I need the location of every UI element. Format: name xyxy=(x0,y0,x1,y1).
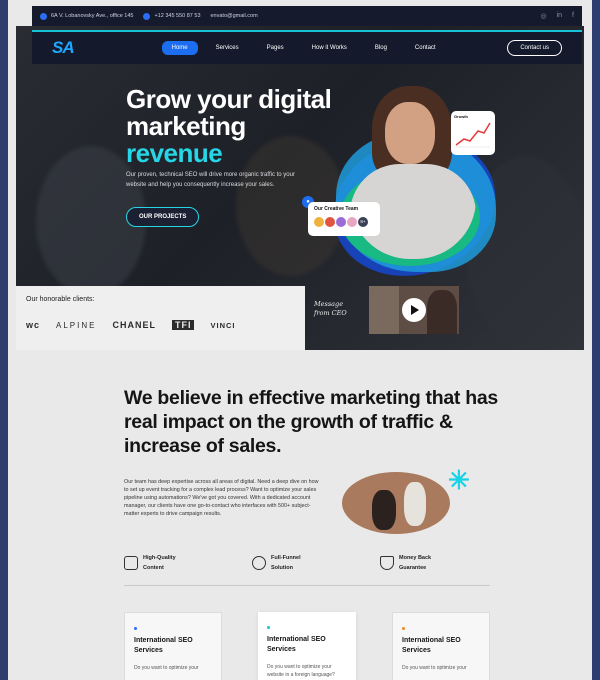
instagram-icon[interactable]: ◎ xyxy=(540,12,546,20)
ceo-video-thumbnail[interactable] xyxy=(369,286,459,334)
content-icon xyxy=(124,556,138,570)
shield-icon xyxy=(380,556,394,570)
feature-high-quality-content: High-Quality Content xyxy=(124,553,234,573)
avatar xyxy=(347,217,357,227)
clients-strip: Our honorable clients: wc ALPINE CHANEL … xyxy=(16,286,305,350)
nav-item-home[interactable]: Home xyxy=(161,41,198,55)
cloud-icon xyxy=(252,556,266,570)
feature-money-back-guarantee: Money Back Guarantee xyxy=(380,553,490,573)
growth-chart-icon xyxy=(455,122,491,148)
main-navbar: SA Home Services Pages How it Works Blog… xyxy=(32,30,582,64)
address-item: 6A V. Lobanovsky Ave., office 145 xyxy=(40,12,134,20)
service-card[interactable]: International SEO Services Do you want t… xyxy=(392,612,490,680)
phone-item[interactable]: +12 345 550 87 53 xyxy=(143,12,201,20)
card-title[interactable]: International SEO Services xyxy=(134,636,212,656)
client-logo-wc: wc xyxy=(26,320,41,330)
feature-line-1: Full-Funnel xyxy=(271,555,301,561)
face-shape xyxy=(385,102,435,164)
feature-full-funnel-solution: Full-Funnel Solution xyxy=(252,553,362,573)
nav-item-blog[interactable]: Blog xyxy=(365,41,397,55)
nav-menu: Home Services Pages How it Works Blog Co… xyxy=(161,41,454,55)
linkedin-icon[interactable]: in xyxy=(557,12,562,20)
site-logo[interactable]: SA xyxy=(52,38,75,58)
phone-icon xyxy=(143,12,151,20)
feature-line-2: Guarantee xyxy=(399,565,427,571)
social-links: ◎ in f xyxy=(540,12,574,20)
card-dot-icon xyxy=(134,627,137,630)
email-text[interactable]: envato@gmail.com xyxy=(211,13,258,19)
team-avatars: 8+ xyxy=(314,217,374,227)
card-dot-icon xyxy=(402,627,405,630)
page-frame: 6A V. Lobanovsky Ave., office 145 +12 34… xyxy=(8,0,592,680)
hero-subtitle: Our proven, technical SEO will drive mor… xyxy=(126,172,295,188)
photo-person-shape xyxy=(372,490,396,530)
contact-us-button[interactable]: Contact us xyxy=(507,40,562,56)
address-text: 6A V. Lobanovsky Ave., office 145 xyxy=(51,13,134,19)
about-paragraph: Our team has deep expertise across all a… xyxy=(124,479,319,517)
service-card[interactable]: International SEO Services Do you want t… xyxy=(258,612,356,680)
asterisk-icon: ✳ xyxy=(448,465,470,495)
facebook-icon[interactable]: f xyxy=(572,12,574,20)
client-logo-tfi: TFI xyxy=(171,320,195,330)
feature-line-2: Solution xyxy=(271,565,293,571)
feature-line-1: Money Back xyxy=(399,555,432,561)
nav-item-services[interactable]: Services xyxy=(206,41,249,55)
video-scene-shape xyxy=(427,290,457,334)
avatar xyxy=(314,217,324,227)
feature-label: Full-Funnel Solution xyxy=(271,553,301,573)
email-item[interactable]: envato@gmail.com xyxy=(211,13,258,19)
card-text: Do you want to optimize your website in … xyxy=(267,664,335,678)
feature-label: Money Back Guarantee xyxy=(399,553,431,573)
phone-text[interactable]: +12 345 550 87 53 xyxy=(154,13,200,19)
location-icon xyxy=(40,12,47,20)
growth-card: Growth xyxy=(451,111,495,155)
feature-line-1: High-Quality xyxy=(143,555,176,561)
play-icon[interactable] xyxy=(402,298,426,322)
client-logo-vinci: VINCI xyxy=(210,320,236,330)
features-row: High-Quality Content Full-Funnel Solutio… xyxy=(124,553,490,573)
card-dot-icon xyxy=(267,626,270,629)
avatar xyxy=(336,217,346,227)
our-projects-button[interactable]: OUR PROJECTS xyxy=(126,207,200,227)
nav-item-pages[interactable]: Pages xyxy=(257,41,294,55)
feature-line-2: Content xyxy=(143,565,164,571)
card-text: Do you want to optimize your xyxy=(402,665,467,671)
hero-title-line-2: marketing xyxy=(126,111,246,141)
nav-item-how-it-works[interactable]: How it Works xyxy=(302,41,357,55)
photo-person-shape xyxy=(404,482,426,526)
client-logo-chanel: CHANEL xyxy=(112,320,156,330)
ceo-message-label: Message from CEO xyxy=(314,300,347,317)
about-headline: We believe in effective marketing that h… xyxy=(124,387,498,457)
video-scene-shape xyxy=(369,286,399,334)
avatar xyxy=(325,217,335,227)
client-logos: wc ALPINE CHANEL TFI VINCI xyxy=(26,320,236,330)
client-logo-alpine: ALPINE xyxy=(56,320,97,330)
team-label: Our Creative Team xyxy=(314,206,359,212)
hero-title-accent: revenue xyxy=(126,138,223,168)
service-card[interactable]: International SEO Services Do you want t… xyxy=(124,612,222,680)
nav-item-contact[interactable]: Contact xyxy=(405,41,446,55)
card-text: Do you want to optimize your xyxy=(134,665,199,671)
creative-team-card: Our Creative Team 8+ xyxy=(308,202,380,236)
section-divider xyxy=(124,585,490,586)
top-info-bar: 6A V. Lobanovsky Ave., office 145 +12 34… xyxy=(32,6,582,26)
hero-title-line-1: Grow your digital xyxy=(126,84,332,114)
card-title[interactable]: International SEO Services xyxy=(402,636,480,656)
hero-title: Grow your digital marketing revenue xyxy=(126,84,332,168)
card-title[interactable]: International SEO Services xyxy=(267,635,347,655)
team-working-photo xyxy=(342,472,450,534)
feature-label: High-Quality Content xyxy=(143,553,176,573)
team-more-badge: 8+ xyxy=(358,217,368,227)
clients-title: Our honorable clients: xyxy=(26,296,95,303)
